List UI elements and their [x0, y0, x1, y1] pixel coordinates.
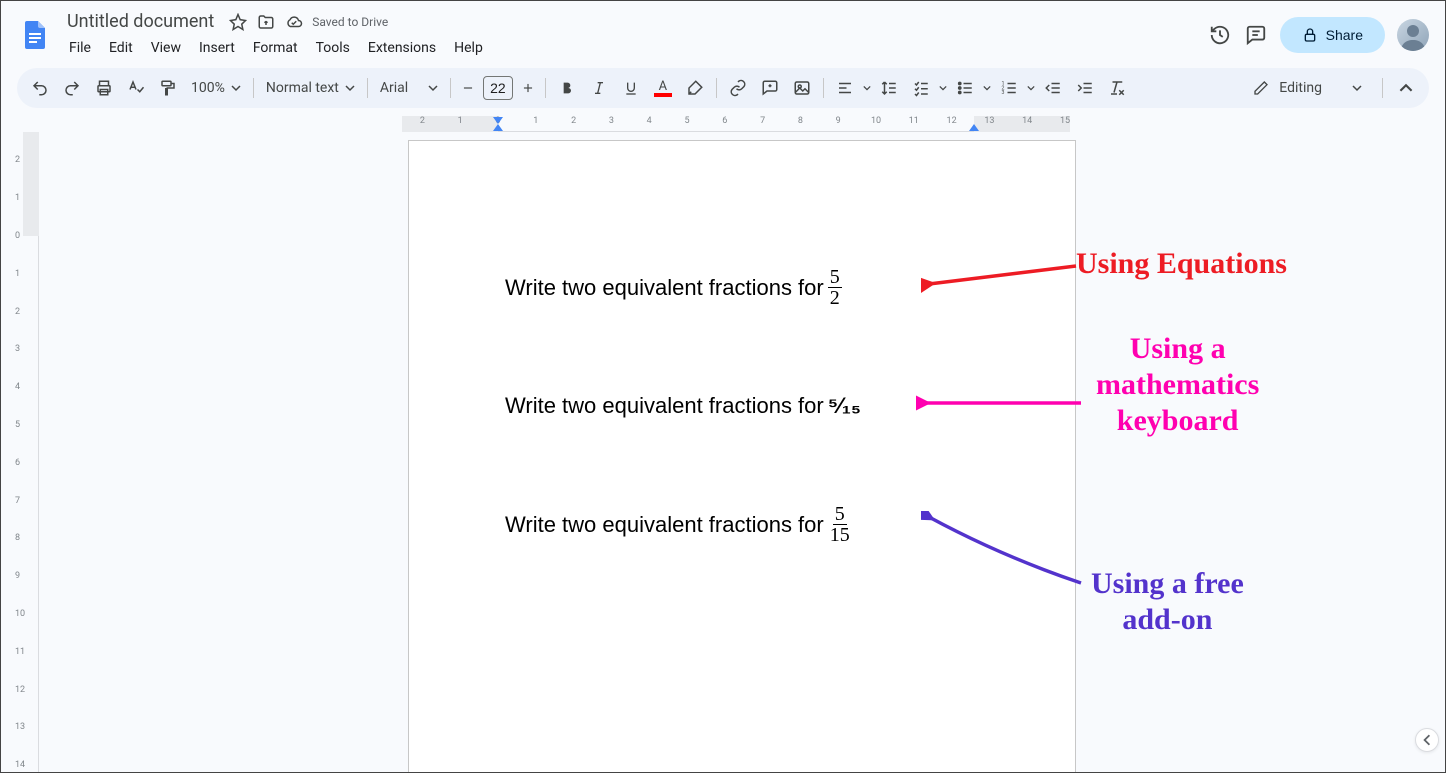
bullet-list-button[interactable] — [950, 73, 980, 103]
vertical-ruler[interactable]: 2101234567891011121314 — [1, 132, 39, 772]
share-label: Share — [1326, 27, 1363, 43]
document-title[interactable]: Untitled document — [61, 9, 220, 34]
font-size-control — [457, 76, 539, 100]
history-icon[interactable] — [1208, 23, 1232, 47]
move-icon[interactable] — [256, 12, 276, 32]
document-line-1[interactable]: Write two equivalent fractions for 5 2 — [505, 267, 979, 308]
collapse-toolbar-button[interactable] — [1391, 73, 1421, 103]
separator — [450, 78, 451, 98]
share-button[interactable]: Share — [1280, 17, 1385, 53]
line1-text: Write two equivalent fractions for — [505, 275, 824, 301]
paint-format-button[interactable] — [153, 73, 183, 103]
paragraph-style-value: Normal text — [266, 80, 339, 96]
increase-font-button[interactable] — [517, 77, 539, 99]
separator — [823, 78, 824, 98]
font-select[interactable]: Arial — [374, 73, 444, 103]
align-button[interactable] — [830, 73, 860, 103]
numbered-caret[interactable] — [1026, 73, 1036, 103]
menu-tools[interactable]: Tools — [308, 36, 358, 60]
zoom-value: 100% — [191, 80, 225, 96]
menu-format[interactable]: Format — [245, 36, 306, 60]
indent-button[interactable] — [1070, 73, 1100, 103]
editor-area: 210123456789101112131415 210123456789101… — [1, 116, 1445, 772]
fraction-denominator: 15 — [828, 525, 852, 545]
titlebar: Untitled document Saved to Drive File Ed… — [1, 1, 1445, 60]
title-area: Untitled document Saved to Drive File Ed… — [61, 9, 1200, 60]
numbered-list-button[interactable]: 123 — [994, 73, 1024, 103]
checklist-button[interactable] — [906, 73, 936, 103]
page[interactable]: Write two equivalent fractions for 5 2 W… — [408, 140, 1076, 772]
slash-fraction[interactable]: ⁵⁄₁₅ — [828, 393, 861, 419]
fraction-numerator: 5 — [833, 504, 847, 525]
dropdown-caret-icon — [1352, 83, 1362, 93]
text-color-button[interactable]: A — [648, 73, 678, 103]
equation-fraction-2[interactable]: 5 15 — [828, 504, 852, 545]
fraction-denominator: 2 — [828, 288, 842, 308]
titlebar-right: Share — [1208, 17, 1429, 53]
document-line-3[interactable]: Write two equivalent fractions for 5 15 — [505, 504, 979, 545]
pencil-icon — [1253, 80, 1269, 96]
menu-view[interactable]: View — [143, 36, 189, 60]
print-button[interactable] — [89, 73, 119, 103]
separator — [716, 78, 717, 98]
explore-button[interactable] — [1415, 728, 1439, 752]
spellcheck-button[interactable] — [121, 73, 151, 103]
paragraph-style-select[interactable]: Normal text — [260, 73, 361, 103]
document-line-2[interactable]: Write two equivalent fractions for ⁵⁄₁₅ — [505, 393, 979, 419]
menu-extensions[interactable]: Extensions — [360, 36, 444, 60]
document-canvas[interactable]: Write two equivalent fractions for 5 2 W… — [39, 132, 1445, 772]
title-row: Untitled document Saved to Drive — [61, 9, 1200, 34]
italic-button[interactable] — [584, 73, 614, 103]
editing-mode-label: Editing — [1279, 80, 1322, 96]
svg-text:3: 3 — [1001, 90, 1004, 96]
avatar[interactable] — [1397, 19, 1429, 51]
cloud-saved-icon[interactable] — [284, 12, 304, 32]
comment-button[interactable] — [755, 73, 785, 103]
bold-button[interactable] — [552, 73, 582, 103]
text-color-swatch — [654, 93, 672, 97]
menu-edit[interactable]: Edit — [101, 36, 141, 60]
underline-button[interactable] — [616, 73, 646, 103]
star-icon[interactable] — [228, 12, 248, 32]
dropdown-caret-icon — [231, 83, 241, 93]
menu-help[interactable]: Help — [446, 36, 491, 60]
line-spacing-button[interactable] — [874, 73, 904, 103]
dropdown-caret-icon — [345, 83, 355, 93]
line3-text: Write two equivalent fractions for — [505, 512, 824, 538]
image-button[interactable] — [787, 73, 817, 103]
zoom-select[interactable]: 100% — [185, 73, 247, 103]
menu-file[interactable]: File — [61, 36, 99, 60]
dropdown-caret-icon — [428, 83, 438, 93]
editing-mode-select[interactable]: Editing — [1237, 72, 1374, 104]
align-caret[interactable] — [862, 73, 872, 103]
docs-logo[interactable] — [17, 17, 53, 53]
redo-button[interactable] — [57, 73, 87, 103]
highlight-button[interactable] — [680, 73, 710, 103]
link-button[interactable] — [723, 73, 753, 103]
undo-button[interactable] — [25, 73, 55, 103]
menubar: File Edit View Insert Format Tools Exten… — [61, 34, 1200, 60]
app-root: Untitled document Saved to Drive File Ed… — [0, 0, 1446, 773]
menu-insert[interactable]: Insert — [191, 36, 243, 60]
separator — [545, 78, 546, 98]
outdent-button[interactable] — [1038, 73, 1068, 103]
font-size-input[interactable] — [483, 76, 513, 100]
saved-status: Saved to Drive — [312, 15, 388, 29]
separator — [367, 78, 368, 98]
checklist-caret[interactable] — [938, 73, 948, 103]
font-value: Arial — [380, 80, 408, 96]
separator — [1382, 78, 1383, 98]
fraction-numerator: 5 — [828, 267, 842, 288]
toolbar: 100% Normal text Arial — [17, 68, 1429, 108]
toolbar-container: 100% Normal text Arial — [1, 60, 1445, 116]
horizontal-ruler[interactable]: 210123456789101112131415 — [39, 116, 1433, 132]
line2-text: Write two equivalent fractions for — [505, 393, 824, 419]
decrease-font-button[interactable] — [457, 77, 479, 99]
separator — [253, 78, 254, 98]
clear-format-button[interactable] — [1102, 73, 1132, 103]
lock-icon — [1302, 27, 1318, 43]
bullet-caret[interactable] — [982, 73, 992, 103]
comments-icon[interactable] — [1244, 23, 1268, 47]
equation-fraction-1[interactable]: 5 2 — [828, 267, 842, 308]
